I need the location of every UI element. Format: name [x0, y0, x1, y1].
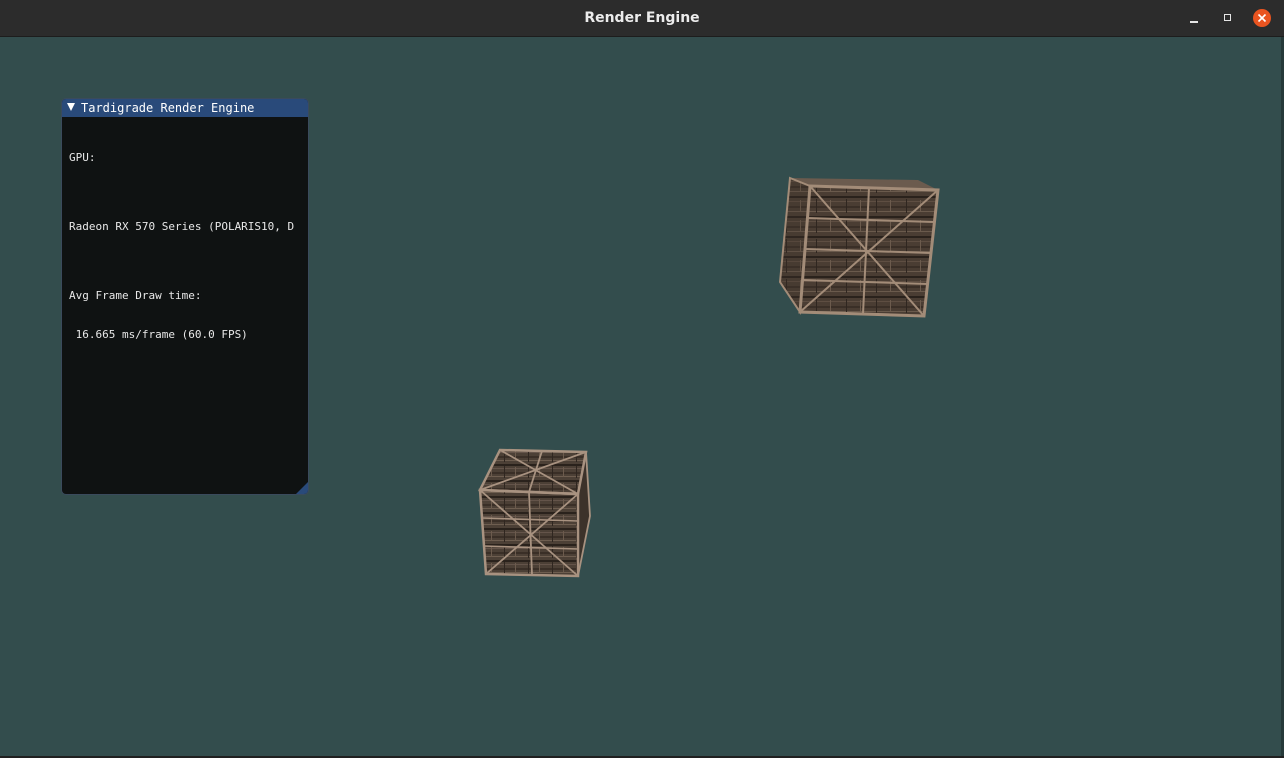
gpu-name: Radeon RX 570 Series (POLARIS10, D	[69, 220, 295, 233]
render-viewport[interactable]: Tardigrade Render Engine GPU: Radeon RX …	[0, 37, 1284, 758]
close-icon	[1257, 13, 1267, 23]
minimize-icon	[1190, 21, 1198, 23]
panel-body: GPU: Radeon RX 570 Series (POLARIS10, D …	[69, 125, 307, 367]
wooden-crate	[478, 448, 591, 578]
frame-time-label: Avg Frame Draw time:	[69, 289, 202, 302]
panel-title: Tardigrade Render Engine	[81, 101, 255, 115]
gpu-label: GPU:	[69, 151, 96, 164]
collapse-arrow-icon[interactable]	[67, 103, 75, 111]
resize-grip-icon[interactable]	[296, 482, 308, 494]
title-bar[interactable]: Render Engine	[0, 0, 1284, 37]
maximize-button[interactable]	[1219, 9, 1237, 27]
wooden-crate	[778, 176, 940, 318]
window-title: Render Engine	[584, 10, 700, 26]
render-engine-window: Render Engine Tardigrade Render Engine G…	[0, 0, 1284, 758]
maximize-icon	[1224, 14, 1231, 21]
panel-title-bar[interactable]: Tardigrade Render Engine	[62, 99, 308, 117]
minimize-button[interactable]	[1185, 9, 1203, 27]
frame-time-value: 16.665 ms/frame (60.0 FPS)	[69, 328, 248, 341]
imgui-debug-panel[interactable]: Tardigrade Render Engine GPU: Radeon RX …	[61, 98, 309, 495]
close-button[interactable]	[1253, 9, 1271, 27]
